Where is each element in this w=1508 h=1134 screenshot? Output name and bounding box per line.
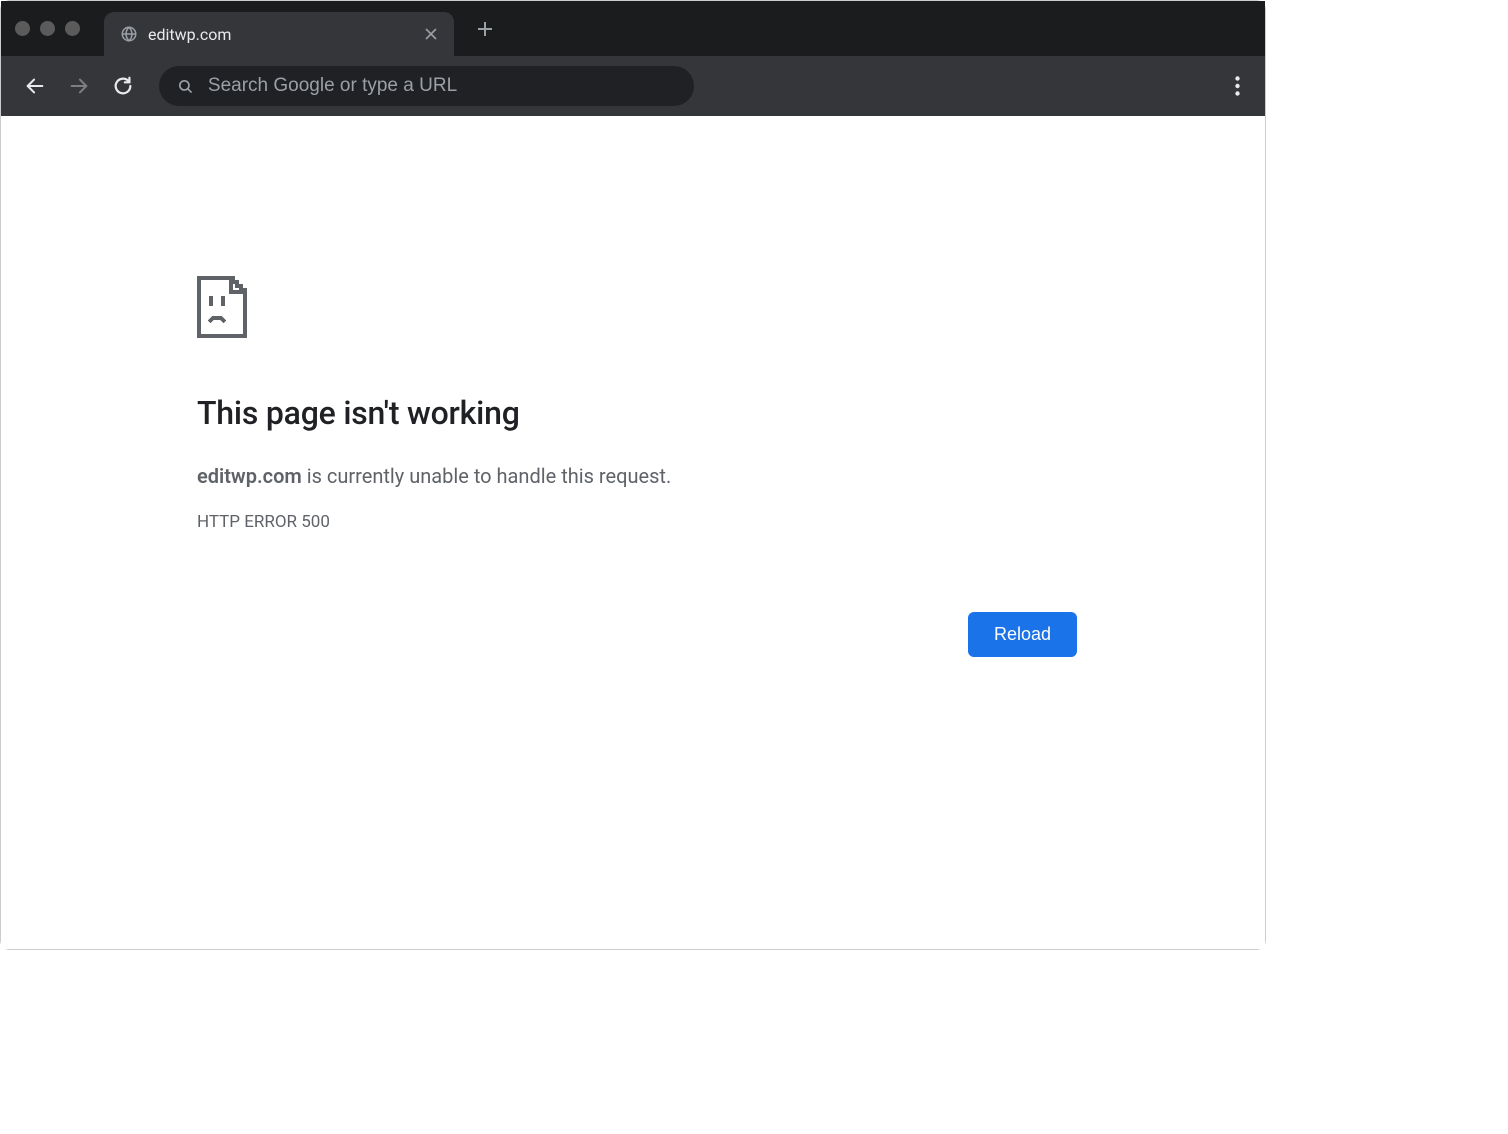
browser-tab[interactable]: editwp.com bbox=[104, 12, 454, 56]
window-maximize-button[interactable] bbox=[65, 21, 80, 36]
address-bar[interactable] bbox=[159, 66, 694, 106]
error-message: editwp.com is currently unable to handle… bbox=[197, 464, 1077, 488]
reload-row: Reload bbox=[197, 612, 1077, 657]
error-domain: editwp.com bbox=[197, 464, 302, 488]
error-heading: This page isn't working bbox=[197, 394, 1077, 432]
reload-nav-button[interactable] bbox=[105, 68, 141, 104]
error-message-suffix: is currently unable to handle this reque… bbox=[302, 464, 671, 488]
address-input[interactable] bbox=[208, 75, 676, 97]
forward-button[interactable] bbox=[61, 68, 97, 104]
new-tab-button[interactable] bbox=[468, 12, 502, 46]
globe-icon bbox=[120, 25, 138, 43]
close-tab-button[interactable] bbox=[422, 25, 440, 43]
tab-bar: editwp.com bbox=[1, 1, 1265, 56]
tab-title: editwp.com bbox=[148, 25, 412, 44]
window-close-button[interactable] bbox=[15, 21, 30, 36]
sad-page-icon bbox=[197, 276, 249, 338]
error-container: This page isn't working editwp.com is cu… bbox=[197, 116, 1077, 657]
search-icon bbox=[177, 77, 194, 95]
back-button[interactable] bbox=[17, 68, 53, 104]
browser-chrome: editwp.com bbox=[1, 1, 1265, 116]
page-content: This page isn't working editwp.com is cu… bbox=[1, 116, 1265, 949]
error-code: HTTP ERROR 500 bbox=[197, 512, 1077, 532]
browser-menu-button[interactable] bbox=[1219, 68, 1255, 104]
window-controls bbox=[15, 21, 80, 36]
reload-button[interactable]: Reload bbox=[968, 612, 1077, 657]
window-minimize-button[interactable] bbox=[40, 21, 55, 36]
toolbar bbox=[1, 56, 1265, 116]
